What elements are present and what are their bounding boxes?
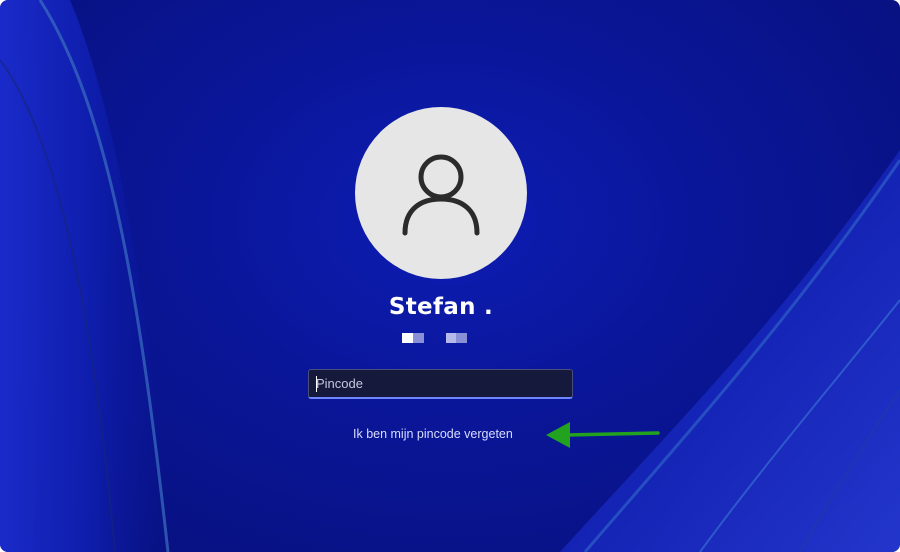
forgot-pin-link[interactable]: Ik ben mijn pincode vergeten (353, 427, 513, 441)
user-silhouette-icon (402, 154, 480, 236)
green-arrow-left-icon (546, 422, 660, 448)
user-avatar (355, 107, 527, 279)
lock-screen: Stefan . Ik ben mijn pincode vergeten (0, 0, 900, 552)
text-caret (316, 376, 317, 392)
redacted-account-info (402, 333, 472, 343)
pin-input[interactable] (308, 369, 573, 399)
username: Stefan . (388, 294, 494, 320)
